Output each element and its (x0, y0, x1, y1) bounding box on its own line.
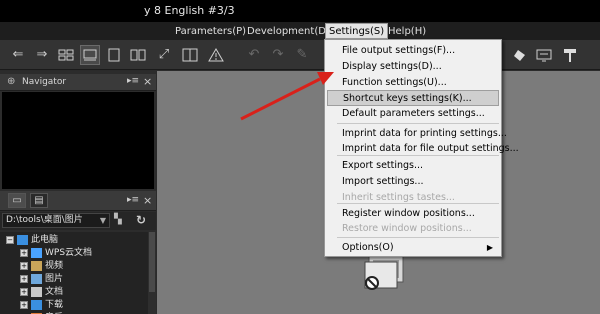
documents-folder-icon (31, 286, 42, 297)
menu-item-label: Display settings(D)... (342, 61, 442, 72)
menu-parameters[interactable]: Parameters(P) (172, 24, 249, 39)
settings-dropdown: File output settings(F)... Display settin… (324, 39, 519, 257)
tree-item-label: 此电脑 (31, 235, 59, 245)
download-folder-icon (31, 299, 42, 310)
menu-item[interactable]: Display settings(D)... (327, 59, 499, 75)
folder-options-icon[interactable]: ▚ (114, 214, 128, 228)
menu-item-label: Function settings(U)... (342, 77, 447, 88)
menu-separator (337, 123, 499, 124)
menu-item-label: Imprint data for printing settings... (342, 128, 507, 139)
compare-view-icon[interactable] (128, 45, 148, 65)
tree-item[interactable]: − 此电脑 (6, 234, 58, 247)
menu-item-label: Export settings... (342, 160, 424, 171)
menu-item[interactable]: Import settings... (327, 174, 499, 190)
back-icon[interactable]: ⇐ (8, 45, 28, 65)
tree-item[interactable]: + 视频 (20, 260, 63, 273)
path-value: D:\tools\桌面\图片 (6, 215, 83, 225)
toolbar: ⇐ ⇒ ⤢ ↶ ↷ ✎ (0, 40, 600, 70)
panel-menu-icon[interactable]: ▸≡ (127, 76, 139, 86)
empty-folder-icon (364, 255, 404, 290)
close-icon[interactable]: × (143, 194, 152, 207)
expand-icon[interactable]: + (20, 248, 28, 257)
panel-menu-icon[interactable]: ▸≡ (127, 195, 139, 205)
menu-item-label: Inherit settings tastes... (342, 192, 455, 203)
menu-item[interactable]: Export settings... (327, 158, 499, 174)
navigator-preview[interactable] (2, 92, 154, 189)
title-bar: y 8 English #3/3 (0, 0, 600, 22)
expand-icon[interactable]: − (6, 235, 14, 244)
scrollbar-thumb[interactable] (149, 232, 155, 292)
navigator-title: Navigator (22, 77, 67, 87)
tree-scrollbar[interactable] (148, 232, 156, 314)
tree-item[interactable]: + 图片 (20, 273, 63, 286)
tree-item-label: 文档 (45, 287, 64, 297)
menu-item-label: Options(O) (342, 242, 394, 253)
menu-item[interactable]: Options(O) ▶ (327, 240, 499, 256)
menu-item[interactable]: Function settings(U)... (327, 75, 499, 91)
menu-item[interactable]: Imprint data for printing settings... (327, 126, 507, 142)
menu-bar: Parameters(P) Development(D) Settings(S)… (0, 22, 600, 40)
browser-header: ▭ ▤ ▸≡ × (0, 191, 156, 211)
submenu-arrow-icon: ▶ (486, 243, 493, 252)
grid-view-icon[interactable] (56, 45, 76, 65)
undo-icon[interactable]: ↶ (244, 45, 264, 65)
tree-item[interactable]: + 下载 (20, 299, 63, 312)
menu-settings[interactable]: Settings(S) (325, 23, 389, 39)
computer-icon (17, 234, 28, 245)
menu-item-label: Shortcut keys settings(K)... (343, 93, 472, 104)
refresh-icon[interactable]: ↻ (136, 213, 150, 227)
close-icon[interactable]: × (143, 75, 152, 88)
tree-item-label: 图片 (45, 274, 64, 284)
window-title: y 8 English #3/3 (144, 4, 235, 17)
paint-icon[interactable]: ✎ (292, 45, 312, 65)
menu-item[interactable]: Register window positions... (327, 206, 499, 222)
path-row: D:\tools\桌面\图片 ▼ ▚ ↻ (0, 212, 156, 230)
menu-item-label: File output settings(F)... (342, 45, 456, 56)
single-view-icon[interactable] (104, 45, 124, 65)
hammer-icon[interactable] (560, 45, 580, 65)
tree-item[interactable]: + 文档 (20, 286, 63, 299)
dual-view-icon[interactable] (180, 45, 200, 65)
pin-icon[interactable]: ⊕ (7, 76, 15, 87)
folder-tree: −此电脑+WPS云文档+视频+图片+文档+下载+音乐 (0, 232, 148, 314)
eraser-icon[interactable] (510, 45, 530, 65)
menu-separator (337, 237, 499, 238)
tree-item-label: 视频 (45, 261, 64, 271)
forward-icon[interactable]: ⇒ (32, 45, 52, 65)
comment-tab-icon[interactable]: ▤ (30, 193, 48, 208)
tree-item-label: 下载 (45, 300, 64, 310)
path-dropdown[interactable]: D:\tools\桌面\图片 ▼ (2, 213, 110, 228)
cloud-icon (31, 247, 42, 258)
pictures-folder-icon (31, 273, 42, 284)
menu-item-label: Import settings... (342, 176, 424, 187)
expand-icon[interactable]: + (20, 300, 28, 309)
menu-item-label: Imprint data for file output settings... (342, 143, 519, 154)
warning-icon[interactable] (206, 45, 226, 65)
display-icon[interactable] (534, 45, 554, 65)
menu-item: Restore window positions... (327, 221, 499, 237)
expand-icon[interactable]: + (20, 261, 28, 270)
video-folder-icon (31, 260, 42, 271)
expand-icon[interactable]: + (20, 287, 28, 296)
menu-item[interactable]: File output settings(F)... (327, 43, 499, 59)
menu-separator (337, 203, 499, 204)
menu-development[interactable]: Development(D) (244, 24, 333, 39)
menu-item-label: Default parameters settings... (342, 108, 485, 119)
left-panel: ⊕ Navigator ▸≡ × ▭ ▤ ▸≡ × D:\tools\桌面\图片… (0, 71, 156, 314)
expand-icon[interactable]: + (20, 274, 28, 283)
chevron-down-icon[interactable]: ▼ (100, 214, 106, 227)
navigator-header: ⊕ Navigator ▸≡ × (0, 74, 156, 91)
redo-icon[interactable]: ↷ (268, 45, 288, 65)
menu-item[interactable]: Shortcut keys settings(K)... (327, 90, 499, 106)
tree-item[interactable]: + WPS云文档 (20, 247, 92, 260)
menu-help[interactable]: Help(H) (385, 24, 429, 39)
menu-separator (337, 155, 499, 156)
menu-item-label: Restore window positions... (342, 223, 472, 234)
folder-tab-icon[interactable]: ▭ (8, 193, 26, 208)
tree-item-label: WPS云文档 (45, 248, 93, 258)
filmstrip-view-icon[interactable] (80, 45, 100, 65)
menu-item[interactable]: Default parameters settings... (327, 106, 499, 122)
fullscreen-icon[interactable]: ⤢ (154, 45, 174, 65)
menu-item-label: Register window positions... (342, 208, 475, 219)
